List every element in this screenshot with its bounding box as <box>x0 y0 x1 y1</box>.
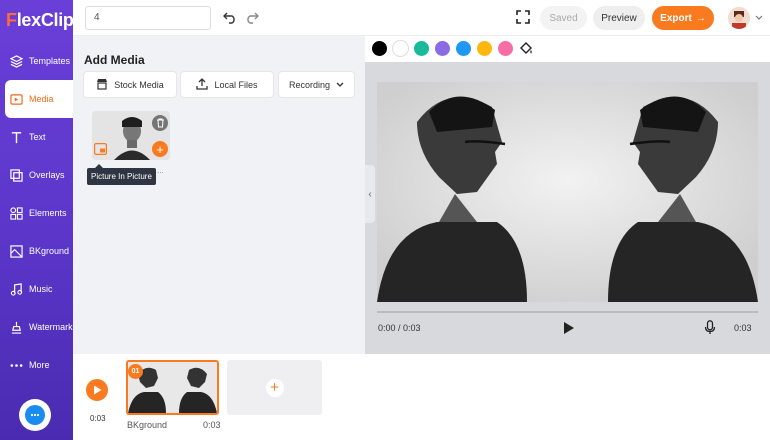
sidebar-item-label: Text <box>29 132 46 142</box>
chat-button[interactable] <box>19 399 51 431</box>
text-icon <box>9 130 23 144</box>
arrow-right-icon: → <box>695 12 706 24</box>
sidebar-item-templates[interactable]: Templates <box>0 42 73 80</box>
export-label: Export <box>660 12 692 24</box>
microphone-icon[interactable] <box>704 320 716 335</box>
sidebar-item-label: Templates <box>29 56 71 66</box>
picture-in-picture-tooltip: Picture In Picture <box>87 164 156 185</box>
timeline-time: 0:03 <box>90 414 106 423</box>
fullscreen-icon[interactable] <box>516 10 530 24</box>
flexclip-logo[interactable]: FlexClip <box>6 10 74 31</box>
fill-bucket-icon[interactable] <box>519 41 534 56</box>
sidebar-item-label: Watermark <box>29 322 73 332</box>
recording-label: Recording <box>288 79 331 90</box>
media-folder-icon <box>9 92 23 106</box>
collapse-panel-button[interactable]: ‹ <box>365 165 375 223</box>
chevron-down-icon[interactable] <box>755 14 763 23</box>
sidebar-item-label: More <box>29 360 50 370</box>
sidebar-item-bkground[interactable]: BKground <box>0 232 73 270</box>
sidebar-item-text[interactable]: Text <box>0 118 73 156</box>
add-to-timeline-button[interactable]: + <box>152 141 168 157</box>
timeline-play-button[interactable] <box>86 379 108 401</box>
recording-dropdown[interactable]: Recording <box>279 72 354 97</box>
clip-label: BKground <box>127 420 168 430</box>
more-dots-icon <box>9 358 23 372</box>
sidebar-item-label: Overlays <box>29 170 65 180</box>
local-files-label: Local Files <box>214 79 258 90</box>
trash-icon[interactable] <box>152 115 168 131</box>
plus-icon: + <box>265 378 284 397</box>
sidebar-item-more[interactable]: More <box>0 346 73 384</box>
media-panel: Add Media Stock Media Local Files Record… <box>73 36 365 354</box>
clip-duration: 0:03 <box>203 420 221 430</box>
local-files-button[interactable]: Local Files <box>181 72 273 97</box>
sidebar-item-label: Music <box>29 284 53 294</box>
media-panel-title: Add Media <box>84 53 145 67</box>
sidebar-item-music[interactable]: Music <box>0 270 73 308</box>
color-swatch-yellow[interactable] <box>477 41 492 56</box>
stock-media-label: Stock Media <box>114 79 164 90</box>
duration: 0:03 <box>734 323 752 333</box>
color-swatch-purple[interactable] <box>435 41 450 56</box>
clip-number-badge: 01 <box>128 364 143 379</box>
sidebar: FlexClip Templates Media Text Overlays E… <box>0 0 74 440</box>
play-icon[interactable] <box>563 321 575 335</box>
current-time: 0:00 / 0:03 <box>378 323 421 333</box>
background-icon <box>9 244 23 258</box>
sidebar-item-overlays[interactable]: Overlays <box>0 156 73 194</box>
avatar[interactable] <box>728 7 750 29</box>
redo-icon[interactable] <box>245 10 259 24</box>
layers-icon <box>9 54 23 68</box>
sidebar-item-watermark[interactable]: Watermark <box>0 308 73 346</box>
elements-icon <box>9 206 23 220</box>
color-swatch-black[interactable] <box>372 41 387 56</box>
color-swatch-pink[interactable] <box>498 41 513 56</box>
add-scene-button[interactable]: + <box>227 360 322 415</box>
chevron-down-icon <box>336 80 344 90</box>
overlays-icon <box>9 168 23 182</box>
upload-icon <box>196 77 209 92</box>
picture-in-picture-icon[interactable] <box>94 143 108 156</box>
watermark-icon <box>9 320 23 334</box>
sidebar-item-elements[interactable]: Elements <box>0 194 73 232</box>
undo-icon[interactable] <box>223 10 237 24</box>
preview-button[interactable]: Preview <box>593 6 645 30</box>
video-canvas[interactable] <box>377 82 758 302</box>
thumbnail-caption: ... <box>157 166 164 175</box>
color-swatch-white[interactable] <box>393 41 408 56</box>
color-swatch-teal[interactable] <box>414 41 429 56</box>
stock-media-button[interactable]: Stock Media <box>84 72 176 97</box>
store-icon <box>96 78 108 92</box>
color-swatch-blue[interactable] <box>456 41 471 56</box>
sidebar-item-label: Elements <box>29 208 67 218</box>
chat-bubble-icon <box>25 405 45 425</box>
sidebar-item-label: Media <box>29 94 54 104</box>
project-name-input[interactable]: 4 <box>85 6 211 30</box>
top-bar: 4 Saved Preview Export → <box>73 0 770 36</box>
export-button[interactable]: Export → <box>652 6 714 30</box>
sidebar-item-media[interactable]: Media <box>5 80 73 118</box>
sidebar-item-label: BKground <box>29 246 70 256</box>
music-note-icon <box>9 282 23 296</box>
saved-status-button: Saved <box>540 6 587 30</box>
playback-progress-bar[interactable] <box>377 311 758 313</box>
